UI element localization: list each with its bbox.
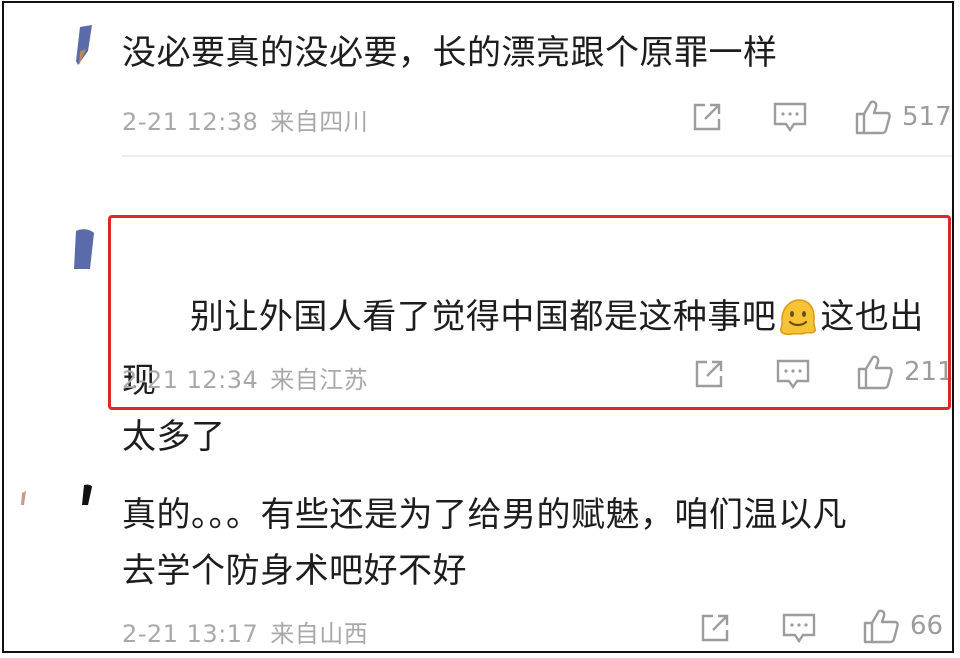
highlight-box [108, 215, 951, 410]
like-icon [863, 609, 899, 644]
comment-list: 没必要真的没必要，长的漂亮跟个原罪一样 2-21 12:38 来自四川 517 [2, 1, 954, 653]
avatar[interactable] [66, 21, 106, 71]
comment-date: 2-21 12:38 [122, 108, 259, 136]
like-count: 66 [910, 611, 944, 641]
comment-location: 来自四川 [270, 108, 369, 136]
like-icon [855, 100, 891, 135]
share-icon [701, 614, 729, 642]
comment-button[interactable] [781, 611, 817, 645]
avatar[interactable] [68, 225, 108, 275]
comment-meta: 2-21 12:38 来自四川 [122, 102, 368, 137]
comment-icon [782, 613, 816, 644]
divider [122, 155, 952, 157]
like-button[interactable]: 66 [862, 607, 943, 645]
comment-text: 真的。。。有些还是为了给男的赋魅，咱们温以凡 去学个防身术吧好不好 [122, 495, 847, 591]
comment-icon [773, 102, 807, 133]
share-button[interactable] [690, 100, 724, 134]
like-button[interactable]: 517 [854, 98, 952, 136]
comment-meta: 2-21 13:17 来自山西 [122, 614, 368, 649]
comment-date: 2-21 13:17 [122, 620, 259, 648]
share-button[interactable] [698, 611, 732, 645]
like-count: 517 [902, 102, 952, 132]
share-icon [693, 103, 721, 131]
comment-text: 没必要真的没必要，长的漂亮跟个原罪一样 [122, 33, 778, 73]
comment-location: 来自山西 [270, 620, 369, 648]
comment-button[interactable] [772, 100, 808, 134]
avatar[interactable] [18, 481, 92, 531]
